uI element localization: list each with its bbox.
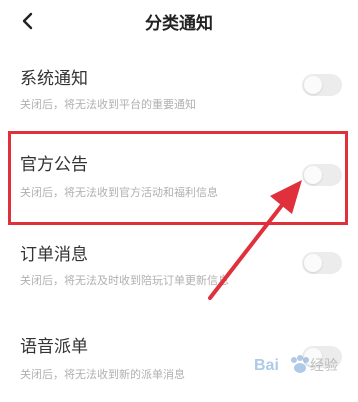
annotation-arrow-icon	[208, 180, 302, 300]
baidu-watermark: Bai 经验	[254, 350, 346, 378]
watermark-text: Bai	[254, 357, 279, 374]
svg-text:经验: 经验	[310, 358, 338, 374]
baidu-paw-icon: Bai 经验	[254, 355, 338, 374]
